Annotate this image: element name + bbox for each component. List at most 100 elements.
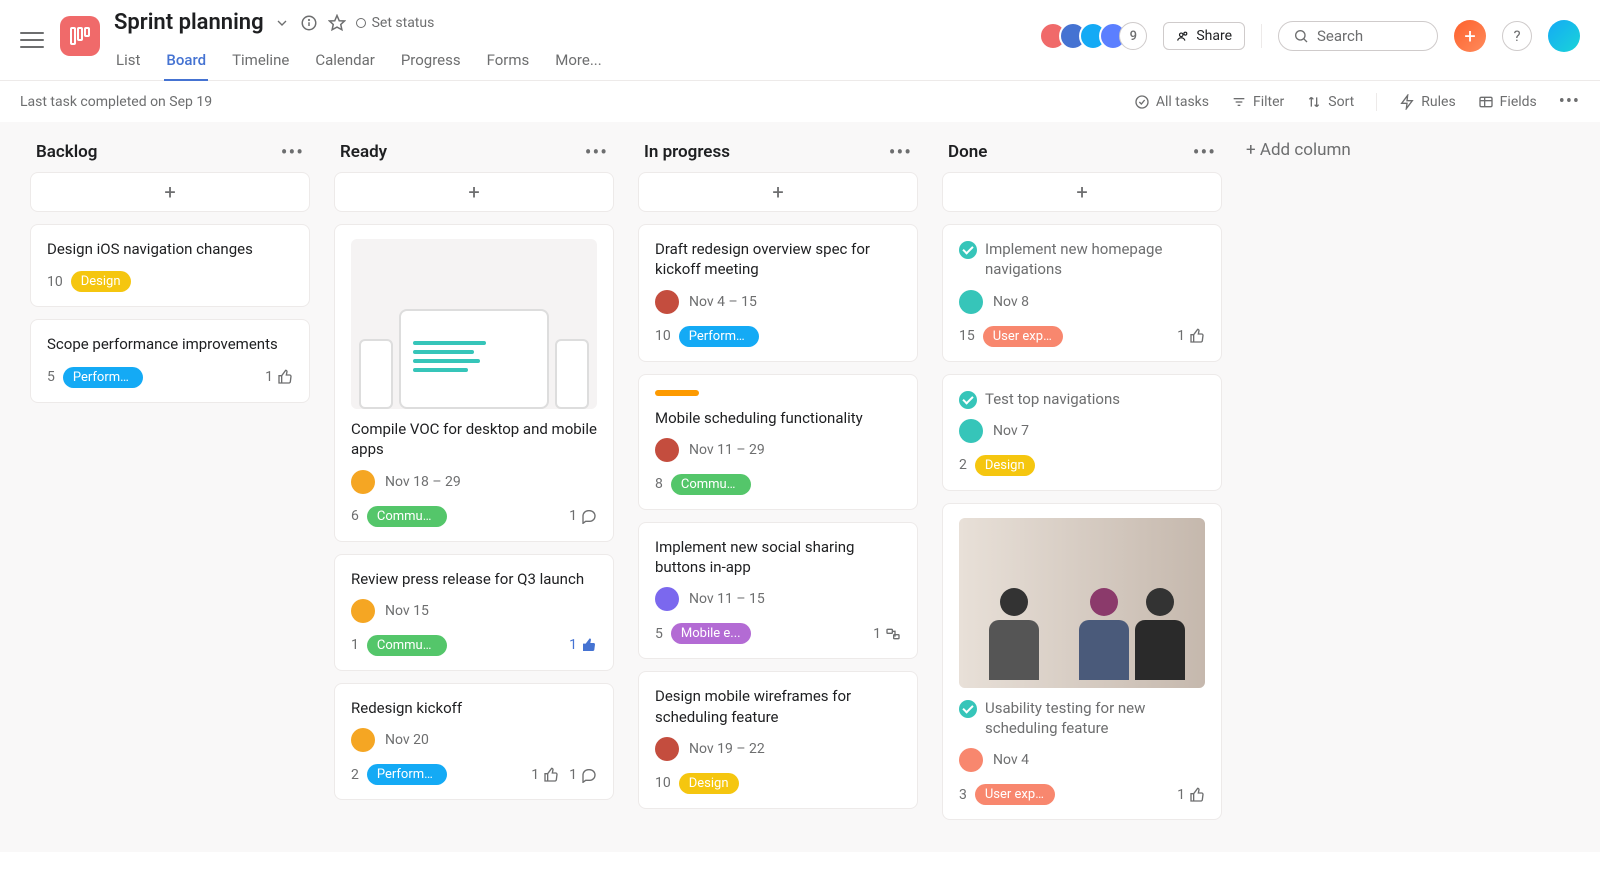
column-more-icon[interactable]: •••: [889, 140, 912, 164]
subtask-count: 10: [655, 328, 671, 344]
card-tag: Mobile e...: [671, 623, 751, 644]
column-title: Done: [948, 142, 987, 162]
comment-count[interactable]: 1: [569, 767, 597, 783]
check-complete-icon[interactable]: [959, 700, 977, 718]
fields-icon: [1478, 94, 1494, 110]
column-more-icon[interactable]: •••: [281, 140, 304, 164]
set-status-button[interactable]: Set status: [356, 15, 435, 31]
card-title: Scope performance improvements: [47, 334, 293, 354]
assignee-avatar: [655, 737, 679, 761]
assignee-avatar: [959, 290, 983, 314]
tab-timeline[interactable]: Timeline: [230, 43, 291, 81]
card-title: Compile VOC for desktop and mobile apps: [351, 419, 597, 460]
subtask-count: 5: [47, 369, 55, 385]
task-card[interactable]: Scope performance improvements 5 Performa.…: [30, 319, 310, 402]
rules-button[interactable]: Rules: [1399, 94, 1455, 110]
card-date: Nov 20: [385, 732, 429, 748]
task-card[interactable]: Test top navigationsNov 72Design: [942, 374, 1222, 491]
task-card[interactable]: Compile VOC for desktop and mobile appsN…: [334, 224, 614, 542]
card-tag: Performa...: [63, 367, 143, 388]
add-column-button[interactable]: + Add column: [1236, 122, 1361, 178]
column-title: In progress: [644, 142, 730, 162]
subtask-count: 3: [959, 787, 967, 803]
star-icon[interactable]: [328, 14, 346, 32]
bolt-icon: [1399, 94, 1415, 110]
subtask-count: 10: [655, 775, 671, 791]
card-date: Nov 11 – 15: [689, 591, 765, 607]
assignee-avatar: [351, 599, 375, 623]
filter-button[interactable]: Filter: [1231, 94, 1284, 110]
card-tag: Communi...: [367, 635, 447, 656]
subtask-count: 8: [655, 476, 663, 492]
task-card[interactable]: Redesign kickoffNov 202Performa...1 1: [334, 683, 614, 800]
assignee-avatar: [351, 470, 375, 494]
subtask-count: 15: [959, 328, 975, 344]
assignee-avatar: [655, 438, 679, 462]
add-card-button[interactable]: +: [30, 172, 310, 212]
add-card-button[interactable]: +: [638, 172, 918, 212]
sort-button[interactable]: Sort: [1306, 94, 1354, 110]
task-card[interactable]: Design mobile wireframes for scheduling …: [638, 671, 918, 809]
info-icon[interactable]: [300, 14, 318, 32]
project-title[interactable]: Sprint planning: [114, 10, 264, 35]
more-options[interactable]: •••: [1559, 91, 1580, 112]
search-input[interactable]: Search: [1278, 21, 1438, 51]
task-card[interactable]: Mobile scheduling functionalityNov 11 – …: [638, 374, 918, 510]
like-count[interactable]: 1: [569, 637, 597, 653]
tab-list[interactable]: List: [114, 43, 142, 81]
card-date: Nov 7: [993, 423, 1029, 439]
avatar-count[interactable]: 9: [1119, 22, 1147, 50]
sort-icon: [1306, 94, 1322, 110]
like-count[interactable]: 1: [1177, 328, 1205, 344]
task-card[interactable]: Review press release for Q3 launchNov 15…: [334, 554, 614, 671]
tab-progress[interactable]: Progress: [399, 43, 463, 81]
assignee-avatar: [959, 419, 983, 443]
user-avatar[interactable]: [1548, 20, 1580, 52]
like-count[interactable]: 1: [531, 767, 559, 783]
card-date: Nov 15: [385, 603, 429, 619]
card-tag: Design: [679, 773, 739, 794]
project-tabs: List Board Timeline Calendar Progress Forms Mo…: [114, 43, 1039, 81]
like-count[interactable]: 1: [1177, 787, 1205, 803]
member-avatars[interactable]: 9: [1039, 22, 1147, 50]
create-button[interactable]: +: [1454, 20, 1486, 52]
card-title: Draft redesign overview spec for kickoff…: [655, 239, 901, 280]
task-card[interactable]: Implement new social sharing buttons in-…: [638, 522, 918, 660]
card-title: Usability testing for new scheduling fea…: [959, 698, 1205, 739]
tab-more[interactable]: More...: [553, 43, 603, 81]
status-pill: [655, 390, 699, 396]
task-card[interactable]: Draft redesign overview spec for kickoff…: [638, 224, 918, 362]
help-button[interactable]: ?: [1502, 21, 1532, 51]
card-title: Implement new homepage navigations: [959, 239, 1205, 280]
card-tag: User exp...: [983, 326, 1063, 347]
task-card[interactable]: Implement new homepage navigationsNov 81…: [942, 224, 1222, 362]
chevron-down-icon[interactable]: [274, 15, 290, 31]
tab-calendar[interactable]: Calendar: [313, 43, 377, 81]
column-backlog: Backlog••• +Design iOS navigation change…: [20, 122, 320, 415]
card-cover-image: [351, 239, 597, 409]
check-circle-icon: [1134, 94, 1150, 110]
card-date: Nov 4: [993, 752, 1029, 768]
check-complete-icon[interactable]: [959, 241, 977, 259]
comment-count[interactable]: 1: [569, 508, 597, 524]
task-card[interactable]: Usability testing for new scheduling fea…: [942, 503, 1222, 821]
subtask-count: 6: [351, 508, 359, 524]
column-in-progress: In progress ••• + Draft redesign overview …: [628, 122, 928, 821]
fields-button[interactable]: Fields: [1478, 94, 1537, 110]
like-count[interactable]: 1: [265, 369, 293, 385]
column-more-icon[interactable]: •••: [585, 140, 608, 164]
tab-forms[interactable]: Forms: [485, 43, 532, 81]
task-card[interactable]: Design iOS navigation changes10Design: [30, 224, 310, 307]
dependency-count[interactable]: 1: [873, 626, 901, 642]
column-more-icon[interactable]: •••: [1193, 140, 1216, 164]
subtask-count: 10: [47, 274, 63, 290]
add-card-button[interactable]: +: [942, 172, 1222, 212]
check-complete-icon[interactable]: [959, 391, 977, 409]
add-card-button[interactable]: +: [334, 172, 614, 212]
card-tag: Communi...: [671, 474, 751, 495]
tab-board[interactable]: Board: [164, 43, 208, 81]
all-tasks-filter[interactable]: All tasks: [1134, 94, 1209, 110]
share-button[interactable]: Share: [1163, 22, 1245, 50]
menu-toggle[interactable]: [20, 28, 44, 52]
card-title: Design iOS navigation changes: [47, 239, 293, 259]
